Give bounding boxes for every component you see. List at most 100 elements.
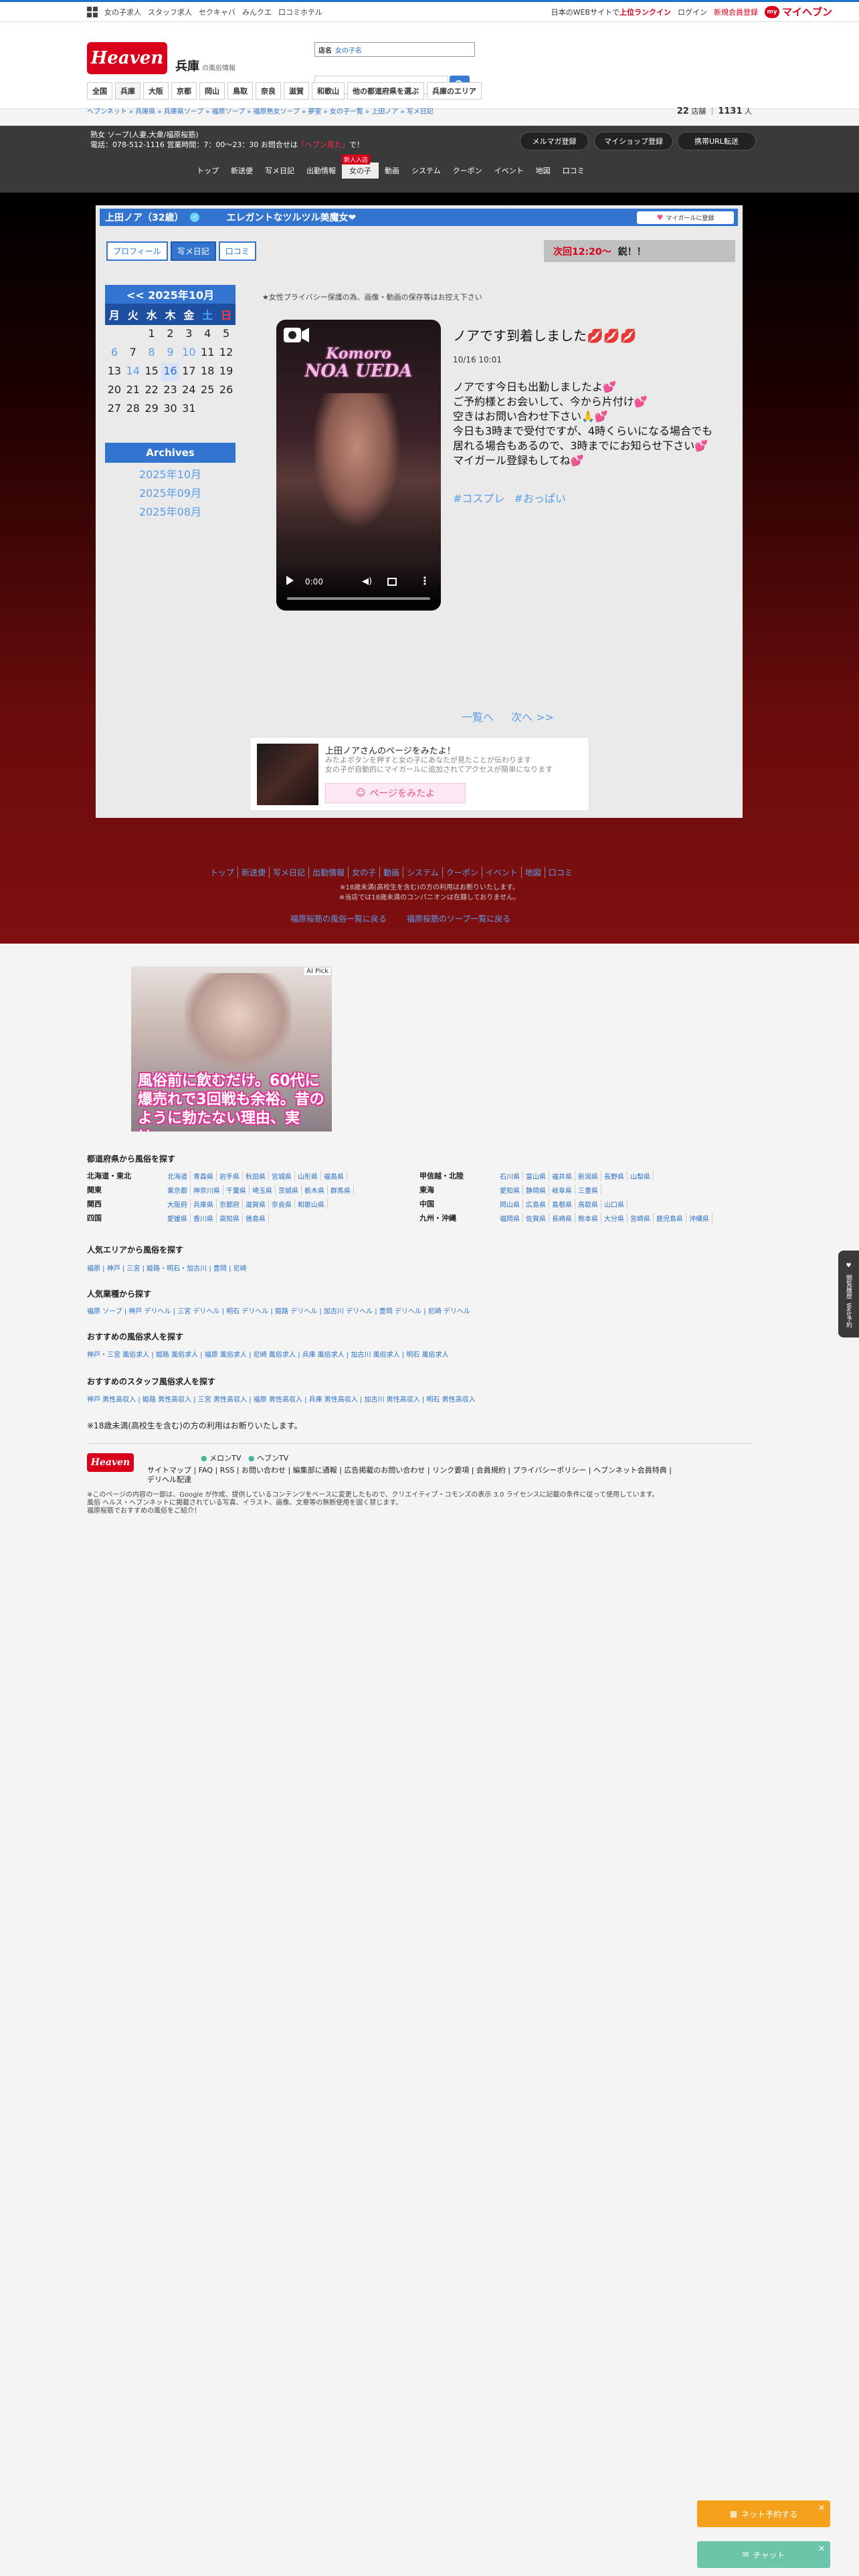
prefecture-link[interactable]: 愛媛県 [165, 1212, 191, 1223]
shop-nav-item[interactable]: トップ [191, 163, 225, 179]
prefecture-link[interactable]: 佐賀県 [523, 1212, 549, 1223]
prefecture-link[interactable]: 群馬県 [328, 1184, 354, 1195]
pref-tab[interactable]: 全国 [87, 82, 112, 100]
calendar-day[interactable]: 10 [179, 344, 198, 362]
calendar-day[interactable]: 8 [142, 344, 161, 362]
pref-tab[interactable]: 他の都道府県を選ぶ [347, 82, 424, 100]
prefecture-link[interactable]: 山口県 [601, 1198, 628, 1209]
prefecture-link[interactable]: 宮城県 [269, 1170, 295, 1181]
shop-nav-item[interactable]: 出勤情報 [300, 163, 342, 179]
chat-button[interactable]: ✉ チャット ✕ [697, 2541, 830, 2568]
pref-tab[interactable]: 鳥取 [227, 82, 253, 100]
rec-girls-links[interactable]: 神戸・三宮 風俗求人 | 姫路 風俗求人 | 福原 風俗求人 | 尼崎 風俗求人… [87, 1349, 449, 1359]
web-reserve-link[interactable]: Web予約 [844, 1303, 853, 1328]
calendar-day[interactable]: 14 [124, 362, 142, 381]
more-options-icon[interactable]: ⋮ [419, 574, 430, 587]
link-sexy-cabaret[interactable]: セクキャバ [199, 7, 235, 17]
diary-video[interactable]: Komoro NOA UEDA 0:00 ◀) ⋮ [276, 320, 441, 611]
prefecture-link[interactable]: 茨城県 [276, 1184, 302, 1195]
prefecture-link[interactable]: 秋田県 [243, 1170, 269, 1181]
prefecture-link[interactable]: 長野県 [601, 1170, 628, 1181]
prefecture-link[interactable]: 広島県 [523, 1198, 549, 1209]
prefecture-link[interactable]: 滋賀県 [243, 1198, 269, 1209]
mobile-url-button[interactable]: 携帯URL転送 [677, 132, 756, 150]
footer-nav-item[interactable]: 出勤情報 [309, 867, 349, 878]
prefecture-link[interactable]: 奈良県 [269, 1198, 295, 1209]
popular-genre-links[interactable]: 福原 ソープ | 神戸 デリヘル | 三宮 デリヘル | 明石 デリヘル | 姫… [87, 1305, 470, 1315]
prefecture-link[interactable]: 熊本県 [575, 1212, 601, 1223]
net-reserve-button[interactable]: ▦ ネット予約する ✕ [697, 2500, 830, 2527]
shop-nav-item[interactable]: 地図 [530, 163, 557, 179]
next-post-link[interactable]: 次へ >> [511, 708, 554, 724]
footer-nav-item[interactable]: トップ [207, 867, 239, 878]
prefecture-link[interactable]: 島根県 [549, 1198, 575, 1209]
tab-reviews[interactable]: 口コミ [218, 241, 256, 261]
prefecture-link[interactable]: 北海道 [165, 1170, 191, 1181]
my-girl-register-button[interactable]: ♥ マイガールに登録 [637, 211, 734, 224]
heaven-tv-link[interactable]: ヘブンTV [257, 1454, 288, 1463]
archive-link[interactable]: 2025年10月 [105, 465, 235, 484]
prefecture-link[interactable]: 高知県 [217, 1212, 243, 1223]
footer-nav-item[interactable]: 新送便 [238, 867, 270, 878]
footer-links[interactable]: サイトマップ | FAQ | RSS | お問い合わせ | 編集部に通報 | 広… [147, 1465, 672, 1475]
prefecture-link[interactable]: 石川県 [497, 1170, 523, 1181]
fullscreen-icon[interactable] [387, 578, 397, 586]
breadcrumb[interactable]: ヘブンネット » 兵庫県 » 兵庫県ソープ » 福原ソープ » 福原熟女ソープ … [87, 106, 434, 116]
return-area-link[interactable]: 福原桜筋の風俗一覧に戻る [290, 913, 387, 924]
video-progress-bar[interactable] [287, 597, 430, 600]
tab-photo-diary[interactable]: 写メ日記 [170, 241, 216, 261]
mitayo-button[interactable]: ☺ ページをみたよ [325, 783, 466, 803]
prefecture-link[interactable]: 福島県 [321, 1170, 347, 1181]
prefecture-link[interactable]: 静岡県 [523, 1184, 549, 1195]
post-tag[interactable]: #コスプレ [453, 492, 504, 505]
mypage-link[interactable]: my マイヘブン [764, 5, 832, 19]
tab-profile[interactable]: プロフィール [106, 241, 168, 261]
pref-tab[interactable]: 滋賀 [284, 82, 309, 100]
close-icon[interactable]: ✕ [818, 2544, 825, 2553]
prefecture-link[interactable]: 栃木県 [302, 1184, 328, 1195]
prefecture-link[interactable]: 兵庫県 [191, 1198, 217, 1209]
shop-nav-item[interactable]: イベント [488, 163, 530, 179]
prefecture-link[interactable]: 鹿児島県 [654, 1212, 686, 1223]
play-icon[interactable] [286, 576, 294, 585]
newsletter-button[interactable]: メルマガ登録 [520, 132, 589, 150]
prefecture-link[interactable]: 新潟県 [575, 1170, 601, 1181]
pref-tab[interactable]: 兵庫のエリア [427, 82, 482, 100]
prefecture-link[interactable]: 山形県 [295, 1170, 321, 1181]
calendar-day[interactable]: 9 [161, 344, 180, 362]
prefecture-link[interactable]: 京都府 [217, 1198, 243, 1209]
archive-link[interactable]: 2025年09月 [105, 484, 235, 503]
link-staff-jobs[interactable]: スタッフ求人 [148, 7, 192, 17]
prefecture-link[interactable]: 福岡県 [497, 1212, 523, 1223]
myshop-button[interactable]: マイショップ登録 [594, 132, 673, 150]
pref-tab[interactable]: 和歌山 [312, 82, 345, 100]
prefecture-link[interactable]: 岡山県 [497, 1198, 523, 1209]
prefecture-link[interactable]: 大阪府 [165, 1198, 191, 1209]
notification-icon[interactable]: ♥ [838, 1263, 859, 1269]
prefecture-link[interactable]: 沖縄県 [686, 1212, 712, 1223]
footer-logo[interactable]: Heaven [87, 1453, 134, 1472]
post-tag[interactable]: #おっぱい [514, 492, 565, 505]
shop-nav-item[interactable]: 動画 [379, 163, 405, 179]
prefecture-link[interactable]: 埼玉県 [250, 1184, 276, 1195]
prefecture-link[interactable]: 香川県 [191, 1212, 217, 1223]
prefecture-link[interactable]: 岐阜県 [549, 1184, 575, 1195]
pref-tab[interactable]: 岡山 [199, 82, 225, 100]
prefecture-link[interactable]: 鳥取県 [575, 1198, 601, 1209]
prefecture-link[interactable]: 東京都 [165, 1184, 191, 1195]
footer-nav-item[interactable]: 口コミ [545, 867, 576, 878]
shop-nav-item[interactable]: 女の子 [342, 163, 379, 179]
prefecture-link[interactable]: 愛知県 [497, 1184, 523, 1195]
calendar-day[interactable]: 16 [161, 362, 180, 381]
shop-nav-item[interactable]: クーポン [447, 163, 488, 179]
prefecture-link[interactable]: 福井県 [549, 1170, 575, 1181]
pref-tab[interactable]: 兵庫 [115, 82, 140, 100]
prefecture-link[interactable]: 岩手県 [217, 1170, 243, 1181]
prefecture-link[interactable]: 宮崎県 [628, 1212, 654, 1223]
shop-nav-item[interactable]: 写メ日記 [259, 163, 300, 179]
footer-nav-item[interactable]: 地図 [522, 867, 545, 878]
footer-links-2[interactable]: デリヘル配達 [147, 1474, 191, 1485]
prefecture-link[interactable]: 千葉県 [223, 1184, 250, 1195]
link-review-hotel[interactable]: 口コミホテル [278, 7, 322, 17]
site-logo[interactable]: Heaven [87, 42, 167, 74]
